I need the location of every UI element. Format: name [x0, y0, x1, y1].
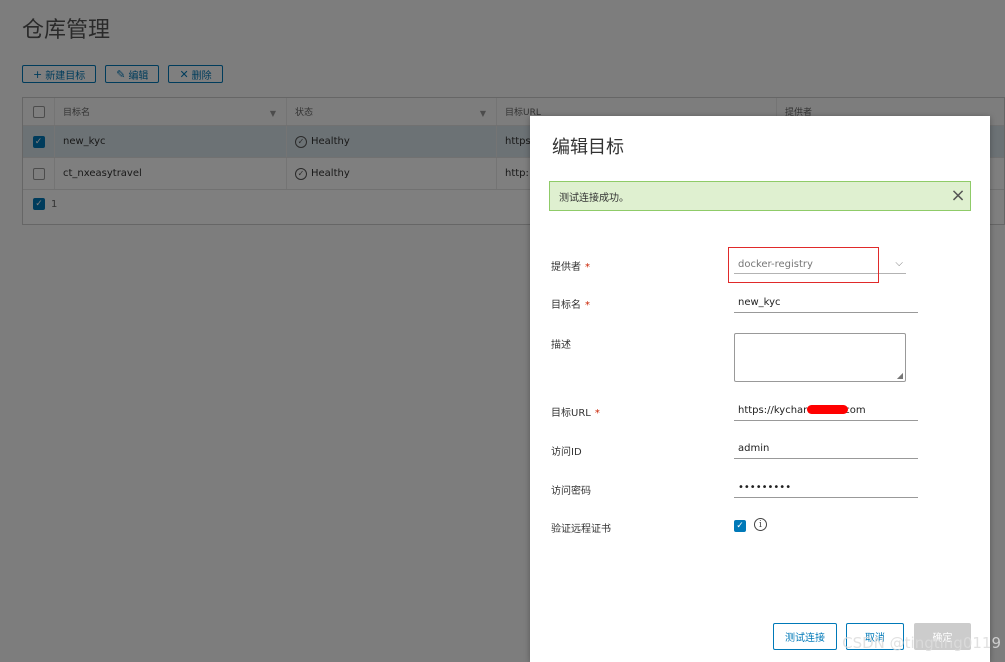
name-label-text: 目标名	[551, 300, 581, 311]
access-secret-input[interactable]: •••••••••	[734, 478, 918, 498]
redaction-mark	[807, 405, 848, 414]
modal-title: 编辑目标	[552, 137, 624, 158]
description-label: 描述	[551, 340, 571, 351]
watermark: CSDN @tingting0119	[842, 634, 1001, 652]
verify-cert-label: 验证远程证书	[551, 524, 611, 535]
target-name-input[interactable]	[734, 293, 918, 313]
resize-grip-icon[interactable]: ◢	[897, 371, 903, 380]
access-secret-label: 访问密码	[551, 486, 591, 497]
info-icon[interactable]: i	[754, 518, 767, 531]
chevron-down-icon: ⌵	[895, 258, 903, 269]
annotation-highlight-box	[728, 247, 879, 283]
required-mark: *	[594, 408, 600, 419]
access-id-label: 访问ID	[551, 447, 582, 458]
provider-label-text: 提供者	[551, 262, 581, 273]
required-mark: *	[585, 300, 590, 311]
alert-text: 测试连接成功。	[559, 192, 629, 204]
name-label: 目标名 *	[551, 296, 590, 311]
access-id-input[interactable]	[734, 439, 918, 459]
verify-cert-checkbox[interactable]: ✓	[734, 520, 746, 532]
success-alert: 测试连接成功。 ×	[549, 181, 971, 211]
url-value-prefix: https://kychar	[738, 405, 808, 416]
url-label: 目标URL *	[551, 404, 600, 419]
test-connection-button[interactable]: 测试连接	[773, 623, 837, 650]
provider-label: 提供者 *	[551, 258, 590, 273]
close-icon[interactable]: ×	[948, 186, 968, 206]
url-label-text: 目标URL	[551, 408, 591, 419]
required-mark: *	[585, 262, 590, 273]
description-textarea[interactable]: ◢	[734, 333, 906, 382]
edit-target-modal: 编辑目标 测试连接成功。 × 提供者 * docker-registry ⌵ 目标…	[530, 116, 990, 662]
